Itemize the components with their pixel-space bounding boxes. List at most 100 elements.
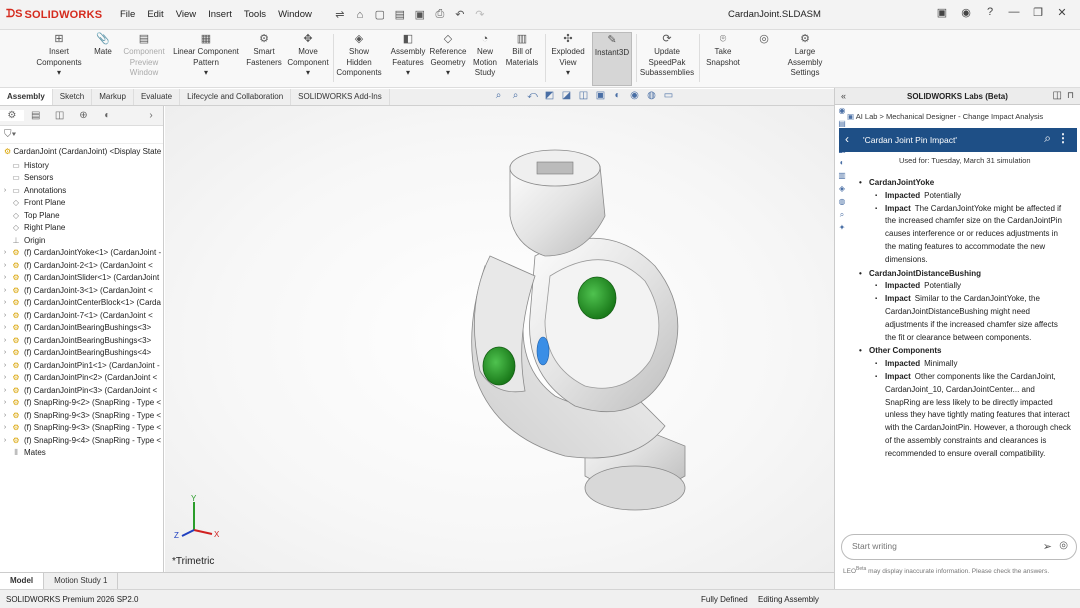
appearances-tab-icon[interactable]: ◐ bbox=[840, 158, 845, 171]
tree-item[interactable]: ⫴ Mates bbox=[0, 447, 163, 460]
snapshot-settings-button[interactable]: ◎ bbox=[756, 32, 772, 47]
zoom-to-area-icon[interactable]: ⌕ bbox=[507, 90, 524, 101]
expand-arrow-icon[interactable]: › bbox=[0, 437, 10, 444]
cardan-joint-model[interactable] bbox=[165, 106, 834, 572]
linear-component-pattern-button[interactable]: ▦ Linear Component Pattern ▾ bbox=[172, 32, 240, 79]
component-preview-window-button[interactable]: ▤ Component Preview Window bbox=[120, 32, 168, 79]
move-component-button[interactable]: ✥ Move Component ▾ bbox=[286, 32, 330, 79]
instant3d-button[interactable]: ✎ Instant3D bbox=[592, 32, 632, 86]
expand-arrow-icon[interactable]: › bbox=[0, 249, 10, 256]
tab-lifecycle[interactable]: Lifecycle and Collaboration bbox=[180, 89, 292, 105]
smart-fasteners-button[interactable]: ⚙ Smart Fasteners bbox=[244, 32, 284, 68]
tree-item[interactable]: ◇ Top Plane bbox=[0, 209, 163, 222]
tree-root[interactable]: ⚙ CardanJoint (CardanJoint) <Display Sta… bbox=[0, 144, 163, 159]
tree-item[interactable]: › ⚙ (f) SnapRing-9<2> (SnapRing - Type < bbox=[0, 397, 163, 410]
tab-markup[interactable]: Markup bbox=[92, 89, 134, 105]
expand-arrow-icon[interactable]: › bbox=[0, 312, 10, 319]
configuration-manager-tab-icon[interactable]: ◫ bbox=[48, 110, 72, 121]
tree-item[interactable]: › ⚙ (f) CardanJointYoke<1> (CardanJoint - bbox=[0, 247, 163, 260]
tree-item[interactable]: › ⚙ (f) CardanJoint-3<1> (CardanJoint < bbox=[0, 284, 163, 297]
tree-item[interactable]: › ⚙ (f) SnapRing-9<3> (SnapRing - Type < bbox=[0, 422, 163, 435]
minimize-icon[interactable]: — bbox=[1002, 6, 1026, 19]
expand-arrow-icon[interactable]: › bbox=[0, 324, 10, 331]
redo-icon[interactable]: ↷ bbox=[470, 8, 490, 21]
insert-components-button[interactable]: ⊞ Insert Components ▾ bbox=[32, 32, 86, 79]
tree-item[interactable]: › ⚙ (f) CardanJointCenterBlock<1> (Carda bbox=[0, 297, 163, 310]
expand-arrow-icon[interactable]: › bbox=[0, 187, 10, 194]
tree-item[interactable]: › ⚙ (f) SnapRing-9<3> (SnapRing - Type < bbox=[0, 409, 163, 422]
send-icon[interactable]: ➢ bbox=[1043, 540, 1052, 553]
chat-input[interactable] bbox=[852, 541, 1032, 551]
print-icon[interactable]: ⎙ bbox=[430, 8, 450, 21]
feature-manager-tab-icon[interactable]: ⚙ bbox=[0, 110, 24, 121]
tree-item[interactable]: ⊥ Origin bbox=[0, 234, 163, 247]
expand-arrow-icon[interactable]: › bbox=[0, 387, 10, 394]
collapse-panel-icon[interactable]: « bbox=[841, 91, 846, 101]
tree-item[interactable]: › ⚙ (f) SnapRing-9<4> (SnapRing - Type < bbox=[0, 434, 163, 447]
pin-menu-icon[interactable]: ⇌ bbox=[330, 8, 350, 21]
bill-of-materials-button[interactable]: ▥ Bill of Materials bbox=[504, 32, 540, 68]
ai-tab-icon[interactable]: ✦ bbox=[839, 223, 846, 236]
new-motion-study-button[interactable]: ◔ New Motion Study bbox=[470, 32, 500, 79]
tree-item[interactable]: ▭ Sensors bbox=[0, 172, 163, 185]
take-snapshot-button[interactable]: ⌾ Take Snapshot bbox=[704, 32, 742, 68]
tree-item[interactable]: › ⚙ (f) CardanJointPin1<1> (CardanJoint - bbox=[0, 359, 163, 372]
expand-arrow-icon[interactable]: › bbox=[0, 299, 10, 306]
tab-sketch[interactable]: Sketch bbox=[53, 89, 93, 105]
dynamic-annotation-icon[interactable]: ◪ bbox=[558, 90, 575, 101]
expand-arrow-icon[interactable]: › bbox=[0, 412, 10, 419]
home-icon[interactable]: ⌂ bbox=[350, 9, 370, 21]
close-icon[interactable]: ✕ bbox=[1050, 6, 1074, 19]
expand-arrow-icon[interactable]: › bbox=[0, 399, 10, 406]
menu-file[interactable]: File bbox=[120, 9, 135, 20]
menu-insert[interactable]: Insert bbox=[208, 9, 232, 20]
expand-arrow-icon[interactable]: › bbox=[0, 362, 10, 369]
tree-item[interactable]: ◇ Front Plane bbox=[0, 197, 163, 210]
tree-item[interactable]: › ⚙ (f) CardanJointBearingBushings<3> bbox=[0, 334, 163, 347]
expand-arrow-icon[interactable]: › bbox=[0, 262, 10, 269]
menu-view[interactable]: View bbox=[176, 9, 196, 20]
expand-arrow-icon[interactable]: › bbox=[0, 274, 10, 281]
search-tab-icon[interactable]: ⌕ bbox=[840, 210, 844, 223]
more-options-icon[interactable]: ⋮ bbox=[1057, 131, 1069, 145]
property-manager-tab-icon[interactable]: ▤ bbox=[24, 110, 48, 121]
menu-window[interactable]: Window bbox=[278, 9, 312, 20]
microphone-icon[interactable]: ◎ bbox=[1059, 540, 1068, 551]
tree-item[interactable]: › ▭ Annotations bbox=[0, 184, 163, 197]
tree-item[interactable]: ▭ History bbox=[0, 159, 163, 172]
view-orientation-icon[interactable]: ◫ bbox=[575, 90, 592, 101]
dimxpert-tab-icon[interactable]: ⊕ bbox=[71, 110, 95, 121]
save-icon[interactable]: ▣ bbox=[410, 8, 430, 21]
display-manager-tab-icon[interactable]: ◐ bbox=[95, 110, 119, 121]
large-assembly-settings-button[interactable]: ⚙ Large Assembly Settings bbox=[782, 32, 828, 79]
expand-arrow-icon[interactable]: › bbox=[0, 424, 10, 431]
tree-item[interactable]: ◇ Right Plane bbox=[0, 222, 163, 235]
forum-tab-icon[interactable]: ◈ bbox=[839, 184, 845, 197]
view-settings-icon[interactable]: ▭ bbox=[660, 90, 677, 101]
tab-assembly[interactable]: Assembly bbox=[0, 89, 53, 105]
tree-item[interactable]: › ⚙ (f) CardanJointSlider<1> (CardanJoint bbox=[0, 272, 163, 285]
search-icon[interactable]: ⌕ bbox=[1044, 131, 1051, 146]
tree-item[interactable]: › ⚙ (f) CardanJoint-2<1> (CardanJoint < bbox=[0, 259, 163, 272]
menu-tools[interactable]: Tools bbox=[244, 9, 266, 20]
section-view-icon[interactable]: ◩ bbox=[541, 90, 558, 101]
expand-arrow-icon[interactable]: › bbox=[0, 287, 10, 294]
menu-edit[interactable]: Edit bbox=[147, 9, 163, 20]
panel-expand-icon[interactable]: › bbox=[139, 110, 163, 121]
solidworks-resources-icon[interactable]: ◉ bbox=[954, 6, 978, 19]
restore-icon[interactable]: ❐ bbox=[1026, 6, 1050, 19]
zoom-to-fit-icon[interactable]: ⌕ bbox=[490, 90, 507, 101]
custom-properties-tab-icon[interactable]: ▥ bbox=[838, 171, 846, 184]
tree-item[interactable]: › ⚙ (f) CardanJointBearingBushings<3> bbox=[0, 322, 163, 335]
tree-item[interactable]: › ⚙ (f) CardanJointBearingBushings<4> bbox=[0, 347, 163, 360]
mate-button[interactable]: 📎 Mate bbox=[90, 32, 116, 58]
edit-appearance-icon[interactable]: ◉ bbox=[626, 90, 643, 101]
solidworks-logo[interactable]: ᗪS SOLIDWORKS bbox=[6, 8, 106, 21]
tab-add-ins[interactable]: SOLIDWORKS Add-Ins bbox=[291, 89, 390, 105]
exploded-view-button[interactable]: ✣ Exploded View ▾ bbox=[549, 32, 587, 79]
expand-arrow-icon[interactable]: › bbox=[0, 374, 10, 381]
open-icon[interactable]: ▤ bbox=[390, 8, 410, 21]
labs-window-icon[interactable]: ◫ bbox=[1053, 90, 1062, 101]
show-hidden-components-button[interactable]: ◈ Show Hidden Components bbox=[336, 32, 382, 79]
hide-show-items-icon[interactable]: ◐ bbox=[609, 90, 626, 101]
